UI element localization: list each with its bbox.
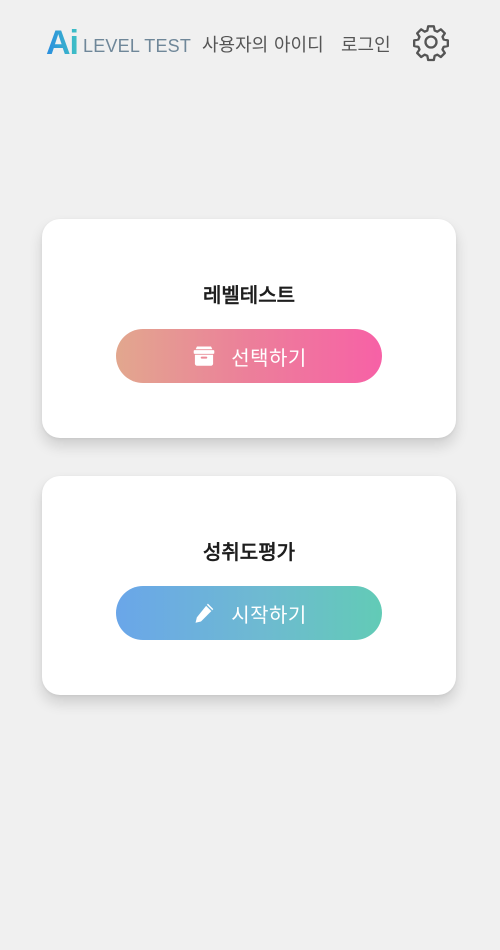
gear-icon <box>413 25 449 62</box>
achievement-title: 성취도평가 <box>203 540 295 564</box>
level-test-card: 레벨테스트 선택하기 <box>42 219 456 438</box>
archive-box-icon <box>193 346 215 366</box>
start-button-label: 시작하기 <box>231 602 307 627</box>
user-id-label: 사용자의 아이디 <box>202 35 324 56</box>
logo-ai-text: Ai <box>46 24 79 62</box>
pencil-icon <box>195 603 214 623</box>
login-button[interactable]: 로그인 <box>341 31 391 57</box>
select-button-label: 선택하기 <box>231 345 307 370</box>
achievement-card: 성취도평가 시작하기 <box>42 476 456 695</box>
logo-level-test-text: LEVEL TEST <box>83 36 192 56</box>
select-button[interactable]: 선택하기 <box>116 329 382 383</box>
header: Ai LEVEL TEST 사용자의 아이디 로그인 <box>0 0 500 84</box>
level-test-title: 레벨테스트 <box>203 283 295 307</box>
start-button[interactable]: 시작하기 <box>116 586 382 640</box>
app-logo: Ai LEVEL TEST <box>46 24 191 60</box>
settings-button[interactable] <box>411 22 451 62</box>
